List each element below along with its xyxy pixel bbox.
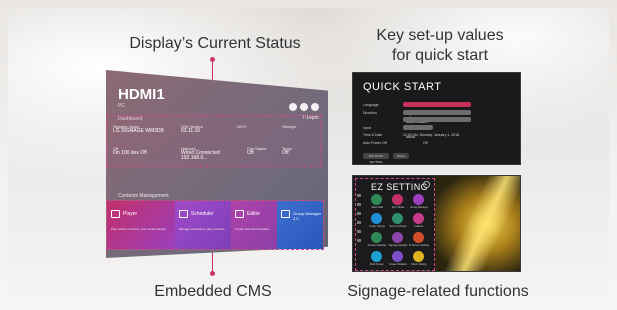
caption-display-status: Display’s Current Status (129, 35, 301, 52)
qs-auto-off-value: Off (423, 141, 428, 145)
input-source-title: HDMI1 (118, 86, 165, 103)
ez-setting-panel: EZ SETTING Video Wall Sync Mode Group Mana… (352, 175, 521, 272)
status-item: Network Wired Connected 192.168.0... (181, 146, 220, 161)
status-item: Off On 100 dev Off (113, 146, 147, 156)
display-quick-icons (289, 103, 319, 111)
ez-preview-image (435, 176, 520, 271)
status-panel: Signage Name LG SIGNAGE WM3DB S/W Version… (106, 115, 322, 167)
cms-tile-group-manager[interactable]: Group Manager 2.0 (277, 201, 323, 249)
group-manager-icon (281, 210, 290, 218)
qs-row-label: Language (363, 103, 379, 107)
qs-direction-select-2[interactable] (403, 117, 471, 122)
status-item: S/W Version 03.11.16 (181, 124, 204, 134)
status-item: Signage Name LG SIGNAGE WM3DB (113, 124, 164, 134)
qs-input-select[interactable]: HDMI1 (403, 125, 433, 139)
input-source-subtitle: PC (118, 103, 125, 109)
go-to-ez-setting-button[interactable]: GO TO EZ SETTING (363, 153, 389, 164)
cms-tile-editor[interactable]: Editor Create and edit templates. (231, 201, 277, 249)
scheduler-icon (179, 210, 188, 218)
qs-language-select[interactable]: English (403, 102, 471, 116)
info-icon[interactable] (311, 103, 319, 111)
cms-tile-player[interactable]: Player Play various contents, and create… (107, 201, 175, 249)
editor-icon (235, 210, 244, 218)
qs-direction-select[interactable]: Screen Rotation (403, 110, 471, 124)
caption-signage-functions: Signage-related functions (347, 283, 529, 300)
ez-setting-highlight (355, 178, 435, 271)
settings-icon[interactable] (289, 103, 297, 111)
power-icon[interactable] (300, 103, 308, 111)
cms-section-label: Contents Management (118, 193, 169, 199)
caption-embedded-cms: Embedded CMS (154, 283, 272, 300)
qs-row-label: Input (363, 126, 371, 130)
qs-row-label: Auto Power Off (363, 141, 387, 145)
cms-panel: Player Play various contents, and create… (106, 200, 324, 250)
player-icon (111, 210, 120, 218)
cms-tile-scheduler[interactable]: Scheduler Manage schedule to play conten… (175, 201, 231, 249)
status-item: Temp Off (282, 146, 292, 156)
status-item: Wi-Fi (237, 124, 247, 129)
quick-start-title: QUICK START (363, 81, 442, 93)
status-item: Fan Status Off (247, 146, 267, 156)
qs-row-label: Time & Date (363, 133, 383, 137)
caption-quick-start: Key set-up values for quick start (376, 27, 504, 64)
done-button[interactable]: Done (393, 153, 409, 159)
status-item: Storage (282, 124, 297, 129)
pin-line-cms (212, 250, 213, 273)
pin-dot-cms (210, 271, 215, 276)
qs-row-label: Direction (363, 111, 377, 115)
quick-start-panel: QUICK START Language English Direction S… (352, 72, 521, 165)
qs-time-value: 12:00 AM, Monday, January 1, 2018 (403, 133, 459, 137)
